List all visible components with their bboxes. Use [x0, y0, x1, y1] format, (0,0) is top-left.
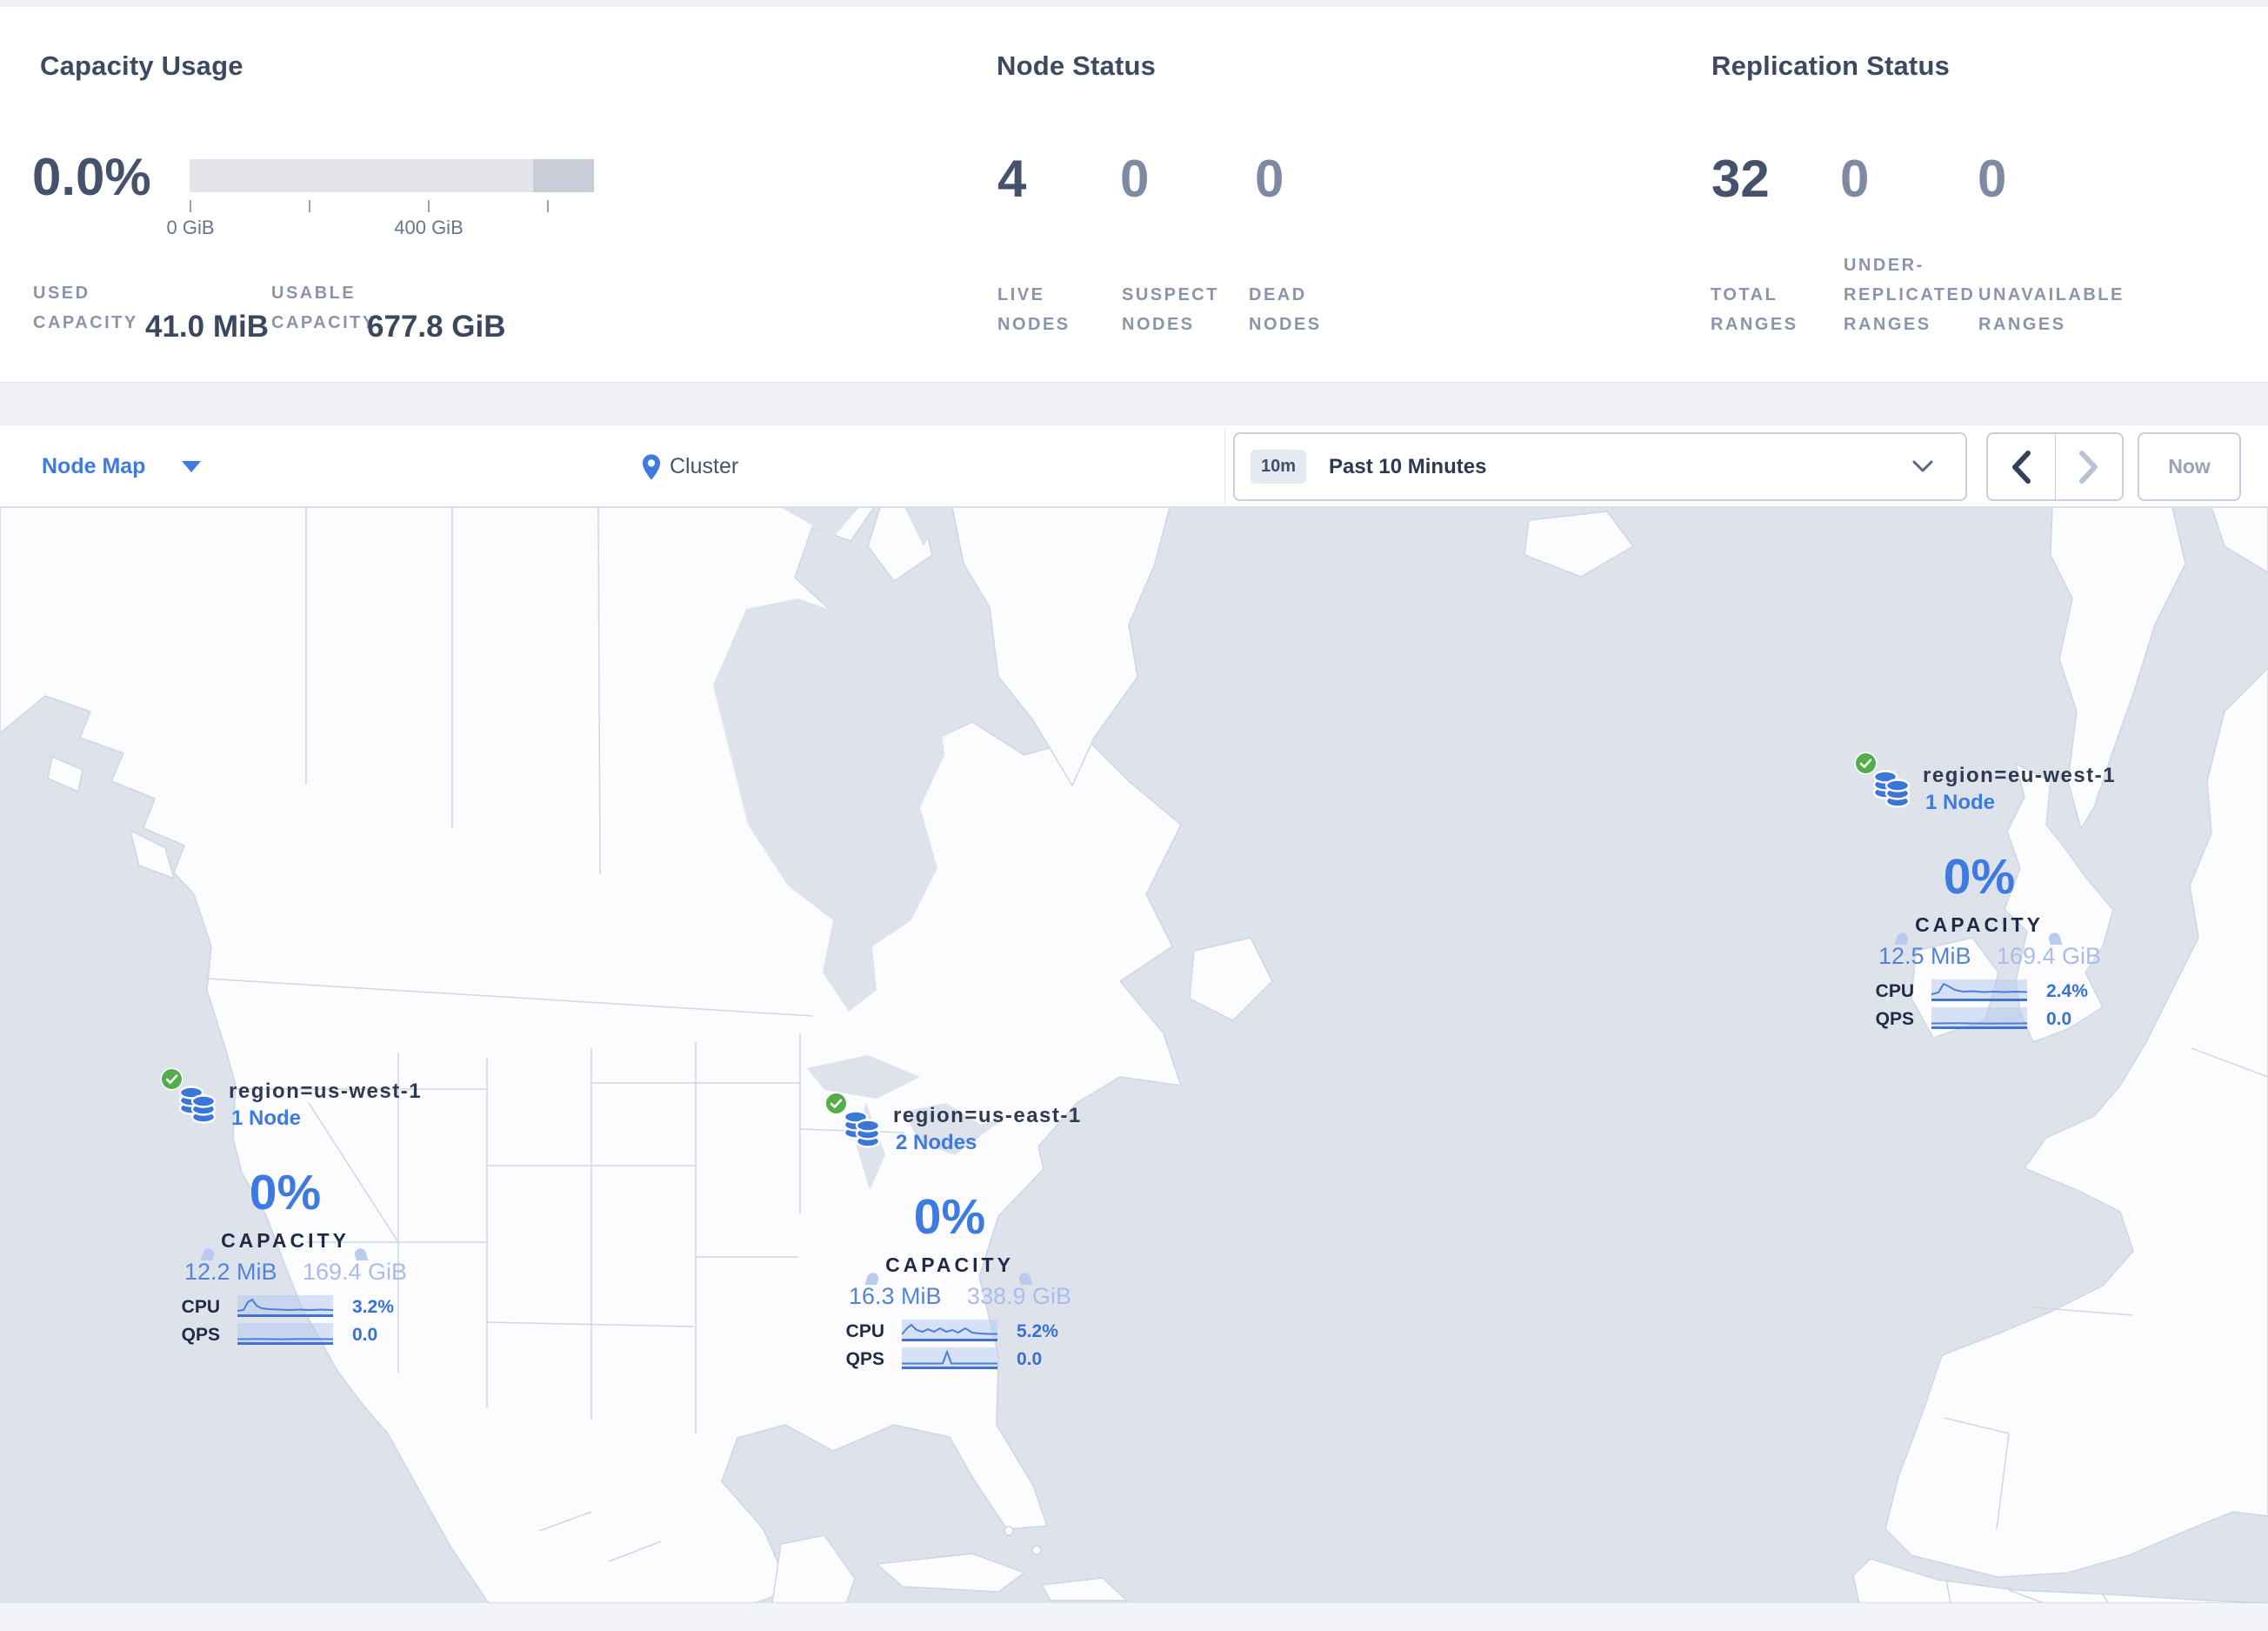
- region-node-count: 2 Nodes: [896, 1131, 977, 1154]
- breadcrumb-label: Cluster: [670, 454, 739, 478]
- qps-row-label: QPS: [1875, 1009, 1914, 1029]
- qps-sparkline: [902, 1347, 997, 1369]
- gauge-caption: CAPACITY: [885, 1253, 1014, 1276]
- region-node-count: 1 Node: [231, 1106, 302, 1130]
- gauge-used-value: 12.2 MiB: [184, 1259, 277, 1285]
- used-capacity-value: 41.0 MiB: [145, 310, 269, 344]
- now-button[interactable]: Now: [2138, 432, 2241, 501]
- total-ranges-count: 32: [1711, 150, 1770, 208]
- qps-row-label: QPS: [181, 1325, 220, 1345]
- gauge-used-value: 16.3 MiB: [849, 1283, 942, 1309]
- database-stack-icon: [843, 1110, 881, 1148]
- region-label: region=us-east-1: [893, 1104, 1082, 1127]
- dead-nodes-label: DEAD NODES: [1249, 285, 1322, 334]
- gauge-total-value: 338.9 GiB: [966, 1283, 1071, 1309]
- replication-status-title: Replication Status: [1711, 50, 1951, 81]
- live-nodes-count: 4: [997, 150, 1027, 208]
- view-selector-dropdown[interactable]: Node Map: [42, 425, 202, 508]
- cpu-sparkline: [237, 1295, 334, 1317]
- capacity-usage-title: Capacity Usage: [40, 50, 243, 81]
- region-marker-us-west-1[interactable]: region=us-west-1 1 Node 0% CAPACITY 12.2…: [145, 1066, 425, 1361]
- cpu-value: 2.4%: [2046, 981, 2088, 1001]
- view-selector-label: Node Map: [42, 454, 146, 478]
- time-range-dropdown[interactable]: 10m Past 10 Minutes: [1233, 432, 1967, 501]
- live-nodes-label: LIVE NODES: [997, 285, 1071, 334]
- qps-value: 0.0: [2046, 1009, 2072, 1029]
- capacity-axis-tick-0: 0 GiB: [166, 217, 215, 238]
- suspect-nodes-count: 0: [1120, 150, 1150, 208]
- region-marker-eu-west-1[interactable]: region=eu-west-1 1 Node 0% CAPACITY 12.5…: [1839, 750, 2119, 1046]
- used-capacity-label: USED CAPACITY: [33, 284, 138, 332]
- cpu-row-label: CPU: [1875, 981, 1914, 1001]
- capacity-usage-bar: 0 GiB 400 GiB: [166, 159, 594, 238]
- breadcrumb-cluster[interactable]: Cluster: [642, 425, 738, 508]
- gauge-caption: CAPACITY: [221, 1229, 350, 1252]
- chevron-down-icon: [1912, 460, 1933, 472]
- unavailable-label: UNAVAILABLE RANGES: [1978, 285, 2125, 334]
- capacity-usage-percent: 0.0%: [32, 148, 151, 206]
- region-node-count: 1 Node: [1925, 791, 1996, 814]
- gauge-percent: 0%: [249, 1165, 322, 1220]
- qps-sparkline: [1931, 1007, 2028, 1029]
- gauge-percent: 0%: [1943, 849, 2016, 905]
- suspect-nodes-label: SUSPECT NODES: [1122, 285, 1219, 334]
- gauge-caption: CAPACITY: [1915, 913, 2044, 936]
- time-range-label: Past 10 Minutes: [1329, 454, 1487, 478]
- qps-value: 0.0: [352, 1325, 378, 1345]
- usable-capacity-value: 677.8 GiB: [367, 310, 506, 344]
- time-step-buttons: [1986, 432, 2124, 501]
- unavailable-count: 0: [1978, 150, 2007, 208]
- gauge-total-value: 169.4 GiB: [302, 1259, 407, 1285]
- cpu-row-label: CPU: [181, 1297, 220, 1317]
- node-status-title: Node Status: [997, 50, 1157, 81]
- chevron-right-icon: [2078, 450, 2098, 484]
- capacity-bar-reserved-segment: [533, 159, 594, 192]
- chevron-left-icon: [2012, 450, 2031, 484]
- world-map-svg: [0, 506, 2268, 1604]
- node-map-page: Capacity Usage 0.0% 0 GiB 400 GiB USED C…: [0, 0, 2268, 1631]
- gauge-total-value: 169.4 GiB: [1996, 943, 2101, 969]
- total-ranges-label: TOTAL RANGES: [1711, 285, 1798, 334]
- gauge-percent: 0%: [913, 1189, 986, 1245]
- cpu-row-label: CPU: [845, 1321, 884, 1341]
- region-label: region=us-west-1: [229, 1080, 423, 1103]
- gauge-used-value: 12.5 MiB: [1878, 943, 1971, 969]
- usable-capacity-label: USABLE CAPACITY: [271, 284, 377, 332]
- under-replicated-count: 0: [1840, 150, 1870, 208]
- now-button-label: Now: [2168, 455, 2211, 478]
- world-map: [0, 506, 2268, 1604]
- dead-nodes-count: 0: [1255, 150, 1284, 208]
- cpu-value: 3.2%: [352, 1297, 394, 1317]
- next-time-button[interactable]: [2054, 434, 2123, 499]
- map-toolbar: Node Map Cluster 10m Past 10 Minutes Now: [0, 424, 2268, 507]
- region-marker-us-east-1[interactable]: region=us-east-1 2 Nodes 0% CAPACITY 16.…: [810, 1090, 1090, 1386]
- database-stack-icon: [1872, 770, 1911, 808]
- toolbar-divider: [1224, 429, 1225, 504]
- cpu-sparkline: [901, 1320, 997, 1341]
- qps-value: 0.0: [1017, 1349, 1043, 1369]
- database-stack-icon: [178, 1086, 217, 1124]
- cpu-value: 5.2%: [1017, 1321, 1058, 1341]
- cpu-sparkline: [1931, 979, 2028, 1001]
- capacity-axis-tick-400: 400 GiB: [394, 217, 464, 238]
- under-replicated-label: UNDER- REPLICATED RANGES: [1844, 256, 1976, 334]
- prev-time-button[interactable]: [1988, 434, 2055, 499]
- qps-sparkline: [237, 1323, 334, 1345]
- cluster-summary-panel: Capacity Usage 0.0% 0 GiB 400 GiB USED C…: [0, 7, 2268, 383]
- qps-row-label: QPS: [845, 1349, 884, 1369]
- region-label: region=eu-west-1: [1923, 764, 2117, 787]
- location-pin-icon: [642, 453, 661, 480]
- time-range-badge: 10m: [1251, 450, 1307, 484]
- footer-strip: [0, 1603, 2268, 1631]
- chevron-down-icon: [182, 461, 202, 472]
